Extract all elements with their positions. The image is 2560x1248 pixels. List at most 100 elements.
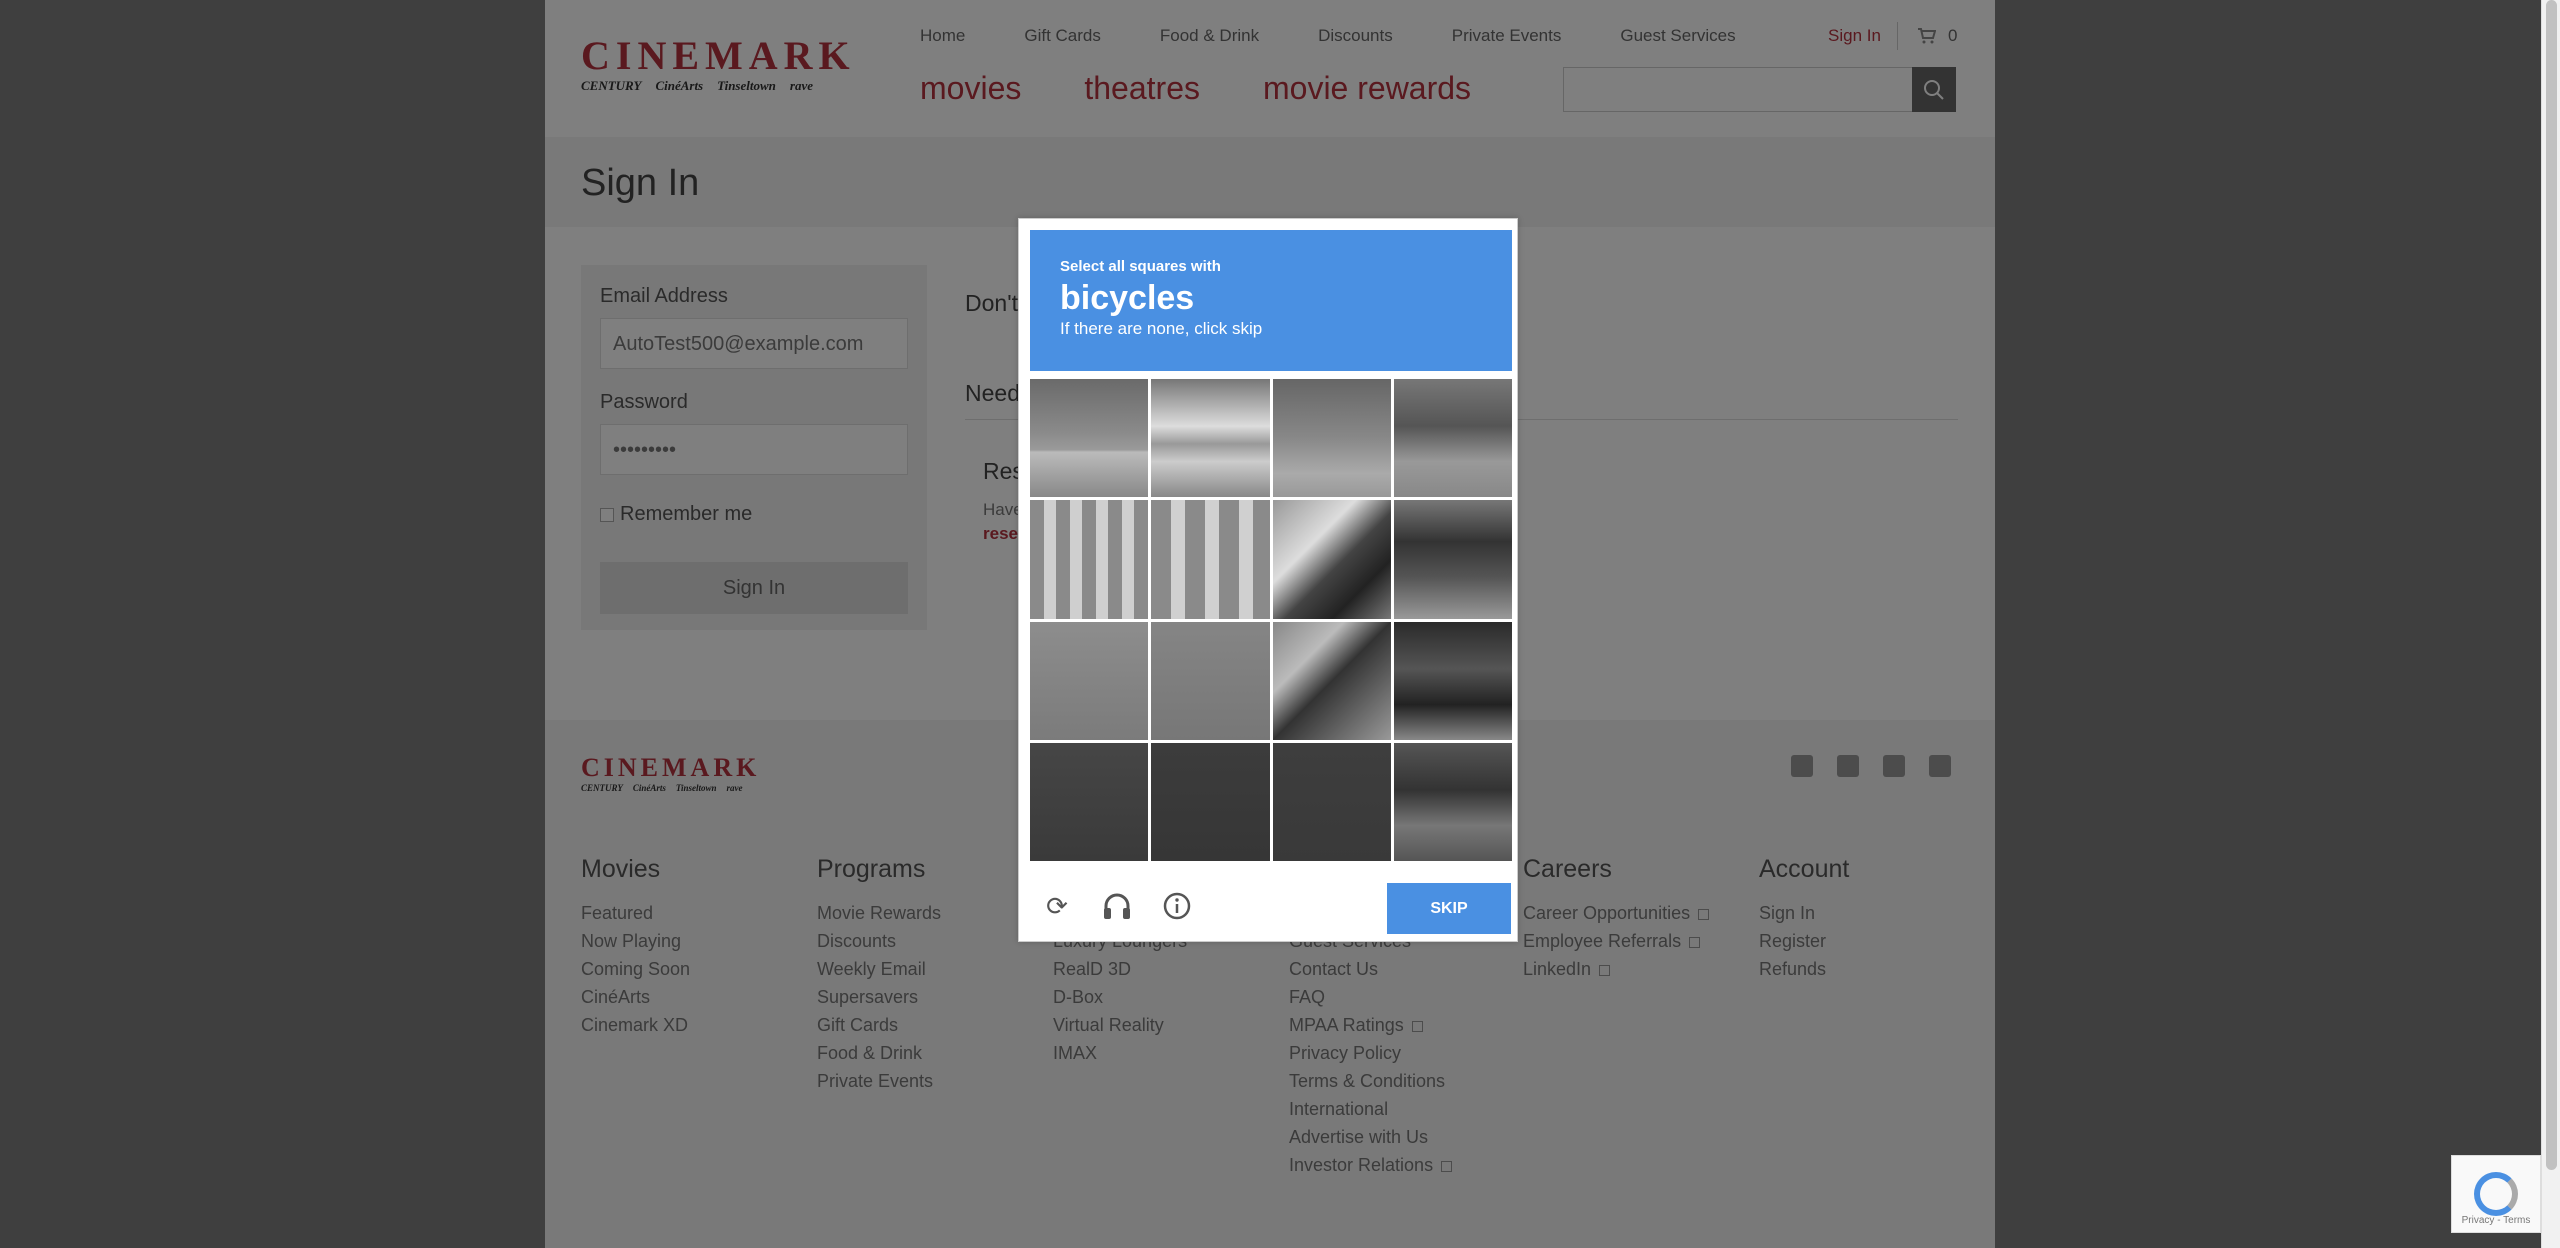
captcha-tile[interactable] [1272,500,1391,619]
footer-link[interactable]: Advertise with Us [1289,1123,1452,1151]
footer-logo[interactable]: CINEMARK CENTURY CinéArts Tinseltown rav… [581,753,761,794]
footer-link[interactable]: Movie Rewards [817,899,941,927]
footer-link[interactable]: RealD 3D [1053,955,1187,983]
footer-link-label: Supersavers [817,987,919,1007]
captcha-tile[interactable] [1393,500,1512,619]
logo-brand: Tinseltown [675,783,717,793]
nav-movie-rewards[interactable]: movie rewards [1263,70,1471,107]
footer-link[interactable]: FAQ [1289,983,1452,1011]
captcha-tile[interactable] [1272,379,1391,498]
captcha-tile[interactable] [1030,621,1149,740]
header: CINEMARK CENTURY CinéArts Tinseltown rav… [545,0,1995,137]
footer-link[interactable]: Register [1759,927,1849,955]
header-sign-in-link[interactable]: Sign In [1828,26,1881,46]
footer-link[interactable]: Investor Relations [1289,1151,1453,1179]
nav-movies[interactable]: movies [920,70,1021,107]
scrollbar-thumb[interactable] [2546,0,2557,1170]
footer-link[interactable]: Coming Soon [581,955,690,983]
footer-link[interactable]: LinkedIn [1523,955,1709,983]
footer-link[interactable]: Employee Referrals [1523,927,1709,955]
footer-link-label: D-Box [1053,987,1104,1007]
remember-me[interactable]: Remember me [600,503,752,526]
captcha-tile[interactable] [1151,500,1270,619]
captcha-tile[interactable] [1151,621,1270,740]
audio-icon[interactable] [1102,891,1132,921]
footer-link-label: Gift Cards [817,1015,899,1035]
nav-theatres[interactable]: theatres [1084,70,1200,107]
footer-link[interactable]: Featured [581,899,690,927]
info-icon[interactable] [1162,891,1192,921]
footer-link[interactable]: Food & Drink [817,1039,941,1067]
footer-link-label: RealD 3D [1053,959,1132,979]
search-input[interactable] [1563,67,1915,112]
captcha-tile[interactable] [1393,742,1512,861]
footer-link[interactable]: Now Playing [581,927,690,955]
nav-food-drink[interactable]: Food & Drink [1160,26,1259,46]
skip-button[interactable]: SKIP [1387,883,1511,934]
footer-link[interactable]: Refunds [1759,955,1849,983]
reset-link[interactable]: rese [983,524,1018,544]
footer-link[interactable]: D-Box [1053,983,1187,1011]
logo-brand: Tinseltown [717,78,776,93]
footer-link[interactable]: Private Events [817,1067,941,1095]
title-bar: Sign In [545,137,1995,227]
nav-private-events[interactable]: Private Events [1452,26,1562,46]
footer-link[interactable]: International [1289,1095,1452,1123]
footer-link[interactable]: Weekly Email [817,955,941,983]
scrollbar[interactable] [2541,0,2560,1248]
footer-link-label: International [1289,1099,1389,1119]
email-field[interactable]: AutoTest500@example.com [600,318,908,369]
refresh-icon[interactable]: ⟳ [1042,891,1072,921]
instagram-icon[interactable] [1929,755,1951,777]
footer-link[interactable]: Gift Cards [817,1011,941,1039]
cinemark-logo[interactable]: CINEMARK CENTURY CinéArts Tinseltown rav… [581,36,881,98]
recaptcha-badge[interactable]: Privacy - Terms [2451,1155,2541,1233]
footer-link[interactable]: Virtual Reality [1053,1011,1187,1039]
search-icon [1924,79,1944,100]
captcha-tile[interactable] [1393,379,1512,498]
nav-home[interactable]: Home [920,26,965,46]
twitter-icon[interactable] [1837,755,1859,777]
footer-link[interactable]: Cinemark XD [581,1011,690,1039]
footer-column: Careers Career Opportunities Employee Refe… [1523,855,1710,983]
cart-button[interactable]: 0 [1918,26,1957,46]
footer-link[interactable]: Privacy Policy [1289,1039,1452,1067]
remember-label: Remember me [620,503,753,525]
nav-discounts[interactable]: Discounts [1318,26,1393,46]
external-link-icon [1599,964,1611,976]
youtube-icon[interactable] [1883,755,1905,777]
captcha-tile[interactable] [1030,379,1149,498]
captcha-tile[interactable] [1272,621,1391,740]
footer-link[interactable]: IMAX [1053,1039,1187,1067]
facebook-icon[interactable] [1791,755,1813,777]
footer-link[interactable]: Sign In [1759,899,1849,927]
footer-link[interactable]: Contact Us [1289,955,1452,983]
footer-link-label: Refunds [1759,959,1827,979]
search-button[interactable] [1912,67,1956,112]
footer-link-label: Career Opportunities [1523,903,1691,923]
footer-link[interactable]: CinéArts [581,983,690,1011]
sign-in-button[interactable]: Sign In [600,562,908,614]
footer-link[interactable]: Terms & Conditions [1289,1067,1452,1095]
nav-gift-cards[interactable]: Gift Cards [1024,26,1101,46]
captcha-hint: If there are none, click skip [1060,319,1263,338]
remember-checkbox[interactable] [600,507,614,522]
footer-link[interactable]: Discounts [817,927,941,955]
footer-link[interactable]: Career Opportunities [1523,899,1710,927]
recaptcha-icon [2474,1172,2518,1216]
captcha-tile[interactable] [1151,379,1270,498]
logo-brands: CENTURY CinéArts Tinseltown rave [581,78,881,94]
external-link-icon [1441,1160,1453,1172]
footer-link-label: Weekly Email [817,959,926,979]
footer-link[interactable]: MPAA Ratings [1289,1011,1452,1039]
captcha-tile[interactable] [1030,500,1149,619]
captcha-tile[interactable] [1151,742,1270,861]
logo-wordmark: CINEMARK [581,753,761,782]
footer-link-label: Featured [581,903,654,923]
captcha-tile[interactable] [1272,742,1391,861]
nav-guest-services[interactable]: Guest Services [1620,26,1735,46]
captcha-tile[interactable] [1393,621,1512,740]
footer-link[interactable]: Supersavers [817,983,941,1011]
captcha-tile[interactable] [1030,742,1149,861]
password-field[interactable]: ••••••••• [600,424,908,475]
